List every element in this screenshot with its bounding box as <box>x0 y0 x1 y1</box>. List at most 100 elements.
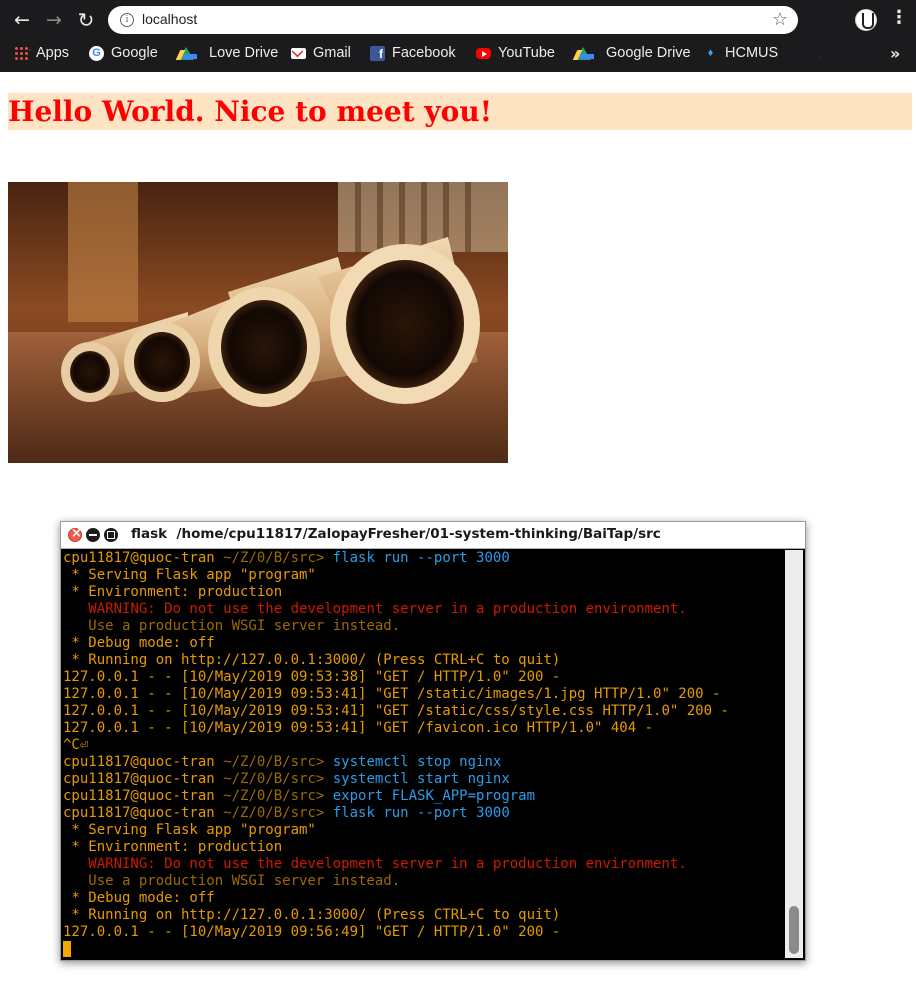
profile-avatar-icon[interactable] <box>855 9 877 31</box>
prompt-user: cpu11817@quoc-tran <box>63 788 215 804</box>
terminal-output-line: Use a production WSGI server instead. <box>63 873 783 890</box>
terminal-prompt-line: cpu11817@quoc-tran ~/Z/0/B/src> flask ru… <box>63 550 783 567</box>
terminal-text: 127.0.0.1 - - [10/May/2019 09:56:49] "GE… <box>63 924 561 940</box>
bookmark-hcmus[interactable]: ♦ HCMUS <box>703 41 778 65</box>
minimize-icon[interactable] <box>86 528 100 542</box>
gmail-icon <box>291 47 306 59</box>
terminal-text: WARNING: Do not use the development serv… <box>63 856 687 872</box>
info-icon[interactable]: i <box>120 13 134 27</box>
terminal-output-line: 127.0.0.1 - - [10/May/2019 09:53:41] "GE… <box>63 703 783 720</box>
drive-icon <box>575 46 594 60</box>
terminal-text: 127.0.0.1 - - [10/May/2019 09:53:41] "GE… <box>63 686 721 702</box>
prompt-user: cpu11817@quoc-tran <box>63 754 215 770</box>
terminal-text: 127.0.0.1 - - [10/May/2019 09:53:41] "GE… <box>63 703 729 719</box>
kebab-menu-icon[interactable]: ⋮ <box>890 8 908 28</box>
terminal-text: 127.0.0.1 - - [10/May/2019 09:53:41] "GE… <box>63 720 654 736</box>
terminal-prompt-line: cpu11817@quoc-tran ~/Z/0/B/src> systemct… <box>63 771 783 788</box>
terminal-window: flask /home/cpu11817/ZalopayFresher/01-s… <box>60 521 806 961</box>
terminal-prompt-line: cpu11817@quoc-tran ~/Z/0/B/src> flask ru… <box>63 805 783 822</box>
terminal-output-line: * Debug mode: off <box>63 890 783 907</box>
apps-icon <box>14 45 29 61</box>
terminal-text: * Environment: production <box>63 839 283 855</box>
terminal-title-app: flask <box>131 526 168 542</box>
star-icon[interactable]: ☆ <box>772 9 788 30</box>
terminal-output-line: ^C⏎ <box>63 737 783 754</box>
prompt-path: ~/Z/0/B/src> <box>223 771 325 787</box>
terminal-output-line: * Running on http://127.0.0.1:3000/ (Pre… <box>63 907 783 924</box>
google-icon: G <box>89 45 104 61</box>
prompt-path: ~/Z/0/B/src> <box>223 805 325 821</box>
terminal-text: * Running on http://127.0.0.1:3000/ (Pre… <box>63 907 561 923</box>
terminal-text: WARNING: Do not use the development serv… <box>63 601 687 617</box>
bookmark-label: Facebook <box>392 45 456 61</box>
terminal-title-path: /home/cpu11817/ZalopayFresher/01-system-… <box>176 526 661 542</box>
bookmark-google[interactable]: G Google <box>89 41 158 65</box>
url-text[interactable]: localhost <box>142 11 197 27</box>
hcmus-icon: ♦ <box>707 46 714 59</box>
bookmark-label: YouTube <box>498 45 555 61</box>
facebook-icon: f <box>370 45 385 61</box>
terminal-output[interactable]: cpu11817@quoc-tran ~/Z/0/B/src> flask ru… <box>63 550 783 960</box>
prompt-command: flask run --port 3000 <box>332 805 510 821</box>
bookmark-love-drive[interactable]: Love Drive <box>178 41 278 65</box>
bookmark-label: Love Drive <box>209 45 279 61</box>
browser-chrome: ← → ↻ i localhost ☆ ⋮ Apps G Google Love… <box>0 0 916 72</box>
terminal-output-line: * Serving Flask app "program" <box>63 822 783 839</box>
terminal-text: * Running on http://127.0.0.1:3000/ (Pre… <box>63 652 561 668</box>
terminal-output-line: 127.0.0.1 - - [10/May/2019 09:53:41] "GE… <box>63 686 783 703</box>
terminal-output-line: * Environment: production <box>63 584 783 601</box>
maximize-icon[interactable] <box>104 528 118 542</box>
prompt-user: cpu11817@quoc-tran <box>63 550 215 566</box>
terminal-prompt-line: cpu11817@quoc-tran ~/Z/0/B/src> systemct… <box>63 754 783 771</box>
terminal-output-line: * Serving Flask app "program" <box>63 567 783 584</box>
terminal-title-bar[interactable]: flask /home/cpu11817/ZalopayFresher/01-s… <box>61 522 805 549</box>
more-bookmarks-icon[interactable]: » <box>890 44 900 63</box>
bookmark-label: Gmail <box>313 45 351 61</box>
terminal-output-line: Use a production WSGI server instead. <box>63 618 783 635</box>
terminal-text: * Environment: production <box>63 584 283 600</box>
close-icon[interactable] <box>68 526 82 542</box>
forward-arrow-icon[interactable]: → <box>42 8 66 32</box>
bookmark-label: HCMUS <box>725 45 779 61</box>
bookmark-label: Google <box>111 45 158 61</box>
photo-pipes <box>8 182 508 463</box>
bookmark-label: Google Drive <box>606 45 691 61</box>
address-bar[interactable]: i localhost ☆ <box>108 6 798 34</box>
terminal-output-line: * Debug mode: off <box>63 635 783 652</box>
terminal-text: 127.0.0.1 - - [10/May/2019 09:53:38] "GE… <box>63 669 561 685</box>
terminal-output-line: * Running on http://127.0.0.1:3000/ (Pre… <box>63 652 783 669</box>
terminal-text: * Serving Flask app "program" <box>63 567 316 583</box>
bookmark-gmail[interactable]: Gmail <box>291 41 351 65</box>
terminal-text: Use a production WSGI server instead. <box>63 873 401 889</box>
bookmark-google-drive[interactable]: Google Drive <box>575 41 691 65</box>
terminal-output-line: * Environment: production <box>63 839 783 856</box>
prompt-command: export FLASK_APP=program <box>332 788 536 804</box>
terminal-text: * Serving Flask app "program" <box>63 822 316 838</box>
prompt-user: cpu11817@quoc-tran <box>63 771 215 787</box>
terminal-text: ^C⏎ <box>63 737 89 753</box>
terminal-output-line: WARNING: Do not use the development serv… <box>63 856 783 873</box>
scrollbar-thumb[interactable] <box>789 906 799 954</box>
page-heading: Hello World. Nice to meet you! <box>8 93 912 130</box>
terminal-output-line: 127.0.0.1 - - [10/May/2019 09:53:41] "GE… <box>63 720 783 737</box>
prompt-user: cpu11817@quoc-tran <box>63 805 215 821</box>
bookmark-facebook[interactable]: f Facebook <box>370 41 456 65</box>
prompt-path: ~/Z/0/B/src> <box>223 754 325 770</box>
bookmark-label: Apps <box>36 45 70 61</box>
bookmark-youtube[interactable]: YouTube <box>476 41 555 65</box>
prompt-command: systemctl start nginx <box>332 771 510 787</box>
terminal-cursor <box>63 941 71 957</box>
youtube-icon <box>476 47 491 59</box>
terminal-text: Use a production WSGI server instead. <box>63 618 401 634</box>
reload-icon[interactable]: ↻ <box>74 8 98 32</box>
back-arrow-icon[interactable]: ← <box>10 8 34 32</box>
terminal-title: flask /home/cpu11817/ZalopayFresher/01-s… <box>131 526 661 542</box>
prompt-path: ~/Z/0/B/src> <box>223 788 325 804</box>
bookmark-apps[interactable]: Apps <box>14 41 69 65</box>
terminal-prompt-line: cpu11817@quoc-tran ~/Z/0/B/src> export F… <box>63 788 783 805</box>
prompt-path: ~/Z/0/B/src> <box>223 550 325 566</box>
terminal-scrollbar[interactable] <box>785 550 803 958</box>
pipes-photo-image <box>8 182 508 463</box>
bookmarks-bar: Apps G Google Love Drive Gmail f Faceboo… <box>0 41 900 65</box>
terminal-output-line: WARNING: Do not use the development serv… <box>63 601 783 618</box>
